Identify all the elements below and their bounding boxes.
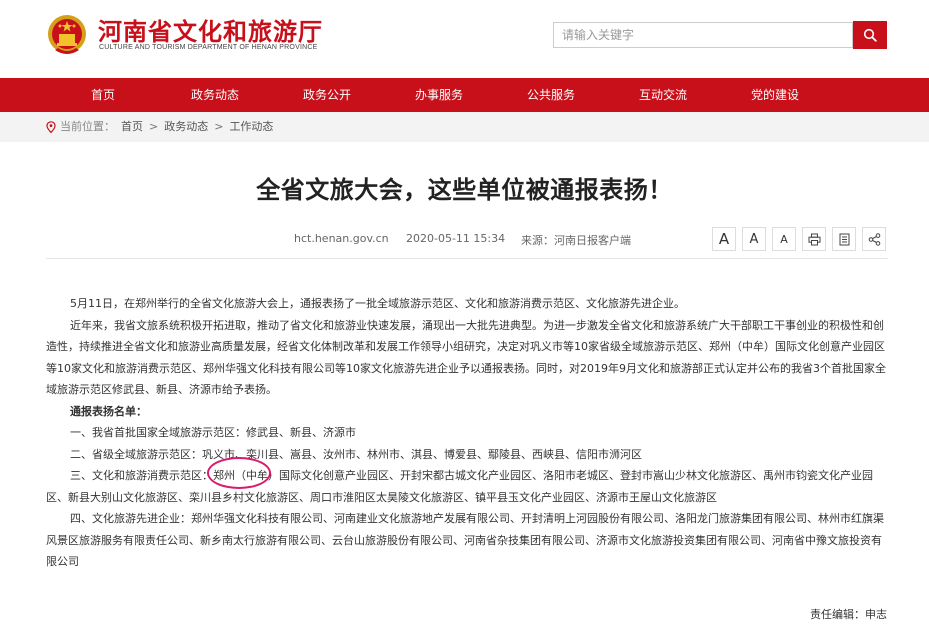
nav-item-interaction[interactable]: 互动交流 bbox=[639, 78, 687, 112]
nav-item-public-info[interactable]: 政务公开 bbox=[303, 78, 351, 112]
article-body: 5月11日，在郑州举行的全省文化旅游大会上，通报表扬了一批全域旅游示范区、文化和… bbox=[46, 293, 888, 573]
breadcrumb-separator: > bbox=[149, 120, 159, 133]
search-input[interactable]: 请输入关键字 bbox=[553, 22, 853, 48]
article-paragraph: 5月11日，在郑州举行的全省文化旅游大会上，通报表扬了一批全域旅游示范区、文化和… bbox=[70, 297, 685, 310]
main-nav: 首页 政务动态 政务公开 办事服务 公共服务 互动交流 党的建设 bbox=[0, 78, 929, 112]
article-source: 来源：河南日报客户端 bbox=[521, 234, 631, 247]
responsible-editor: 责任编辑：申志 bbox=[810, 608, 887, 621]
breadcrumb-home[interactable]: 首页 bbox=[121, 112, 143, 142]
nav-item-home[interactable]: 首页 bbox=[91, 78, 115, 112]
location-pin-icon bbox=[46, 121, 56, 133]
national-emblem-icon[interactable] bbox=[46, 12, 88, 58]
commendation-list-item: 四、文化旅游先进企业：郑州华强文化科技有限公司、河南建业文化旅游地产发展有限公司… bbox=[46, 512, 884, 568]
font-size-large-button[interactable]: A bbox=[712, 227, 736, 251]
breadcrumb: 当前位置： 首页 > 政务动态 > 工作动态 bbox=[46, 112, 273, 142]
article-site: hct.henan.gov.cn bbox=[294, 232, 389, 245]
font-size-small-button[interactable]: A bbox=[772, 227, 796, 251]
commendation-list-item: 二、省级全域旅游示范区：巩义市、栾川县、嵩县、汝州市、林州市、淇县、博爱县、鄢陵… bbox=[70, 447, 642, 461]
print-button[interactable] bbox=[802, 227, 826, 251]
highlight-circle-annotation bbox=[207, 457, 271, 489]
breadcrumb-bar: 当前位置： 首页 > 政务动态 > 工作动态 bbox=[0, 112, 929, 142]
breadcrumb-label: 当前位置： bbox=[60, 120, 115, 133]
article-paragraph: 近年来，我省文旅系统积极开拓进取，推动了省文化和旅游业快速发展，涌现出一大批先进… bbox=[46, 318, 886, 397]
article-datetime: 2020-05-11 15:34 bbox=[406, 232, 506, 245]
site-title[interactable]: 河南省文化和旅游厅 bbox=[98, 12, 323, 47]
meta-divider bbox=[46, 258, 888, 259]
breadcrumb-government-news[interactable]: 政务动态 bbox=[164, 112, 208, 142]
commendation-list-item: 三、文化和旅游消费示范区：郑州（中牟）国际文化创意产业园区、开封宋都古城文化产业… bbox=[46, 469, 873, 504]
printer-icon bbox=[808, 233, 820, 245]
share-button[interactable] bbox=[862, 227, 886, 251]
breadcrumb-work-news[interactable]: 工作动态 bbox=[229, 112, 273, 142]
save-button[interactable] bbox=[832, 227, 856, 251]
nav-item-services[interactable]: 办事服务 bbox=[415, 78, 463, 112]
article-title: 全省文旅大会，这些单位被通报表扬！ bbox=[256, 176, 673, 204]
search-button[interactable] bbox=[853, 21, 887, 49]
font-size-medium-button[interactable]: A bbox=[742, 227, 766, 251]
breadcrumb-separator: > bbox=[214, 120, 224, 133]
site-subtitle: CULTURE AND TOURISM DEPARTMENT OF HENAN … bbox=[99, 44, 318, 51]
nav-item-public-services[interactable]: 公共服务 bbox=[527, 78, 575, 112]
commendation-list-heading: 通报表扬名单： bbox=[70, 404, 147, 418]
nav-item-party-building[interactable]: 党的建设 bbox=[751, 78, 799, 112]
site-header: 河南省文化和旅游厅 CULTURE AND TOURISM DEPARTMENT… bbox=[0, 0, 929, 78]
share-icon bbox=[868, 232, 880, 246]
search-icon bbox=[863, 28, 877, 42]
commendation-list-item: 一、我省首批国家全域旅游示范区：修武县、新县、济源市 bbox=[70, 426, 356, 439]
nav-item-government-news[interactable]: 政务动态 bbox=[191, 78, 239, 112]
document-icon bbox=[839, 233, 849, 245]
